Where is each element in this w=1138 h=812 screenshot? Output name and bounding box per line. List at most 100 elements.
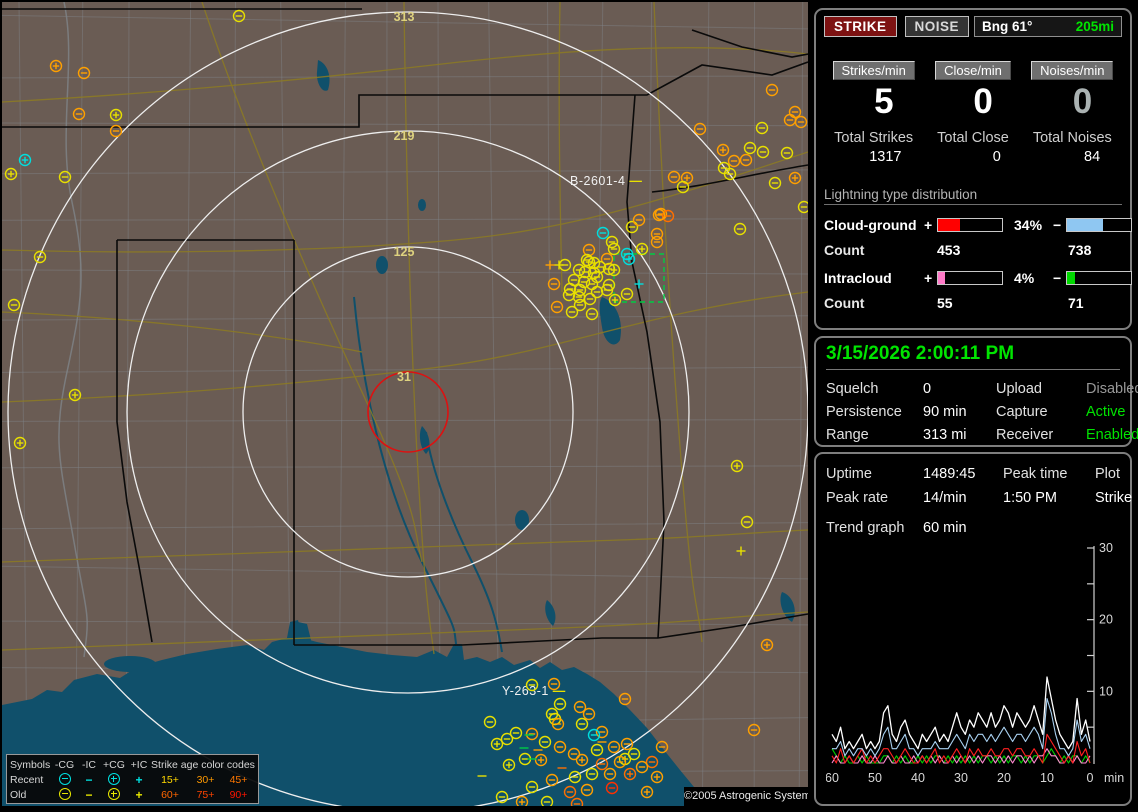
peak-rate-label: Peak rate	[826, 490, 889, 506]
minus-icon: −	[85, 772, 93, 787]
close-per-min-button[interactable]: Close/min	[935, 61, 1011, 80]
minus-sign: −	[1053, 217, 1062, 234]
legend-col-neg-ic: -IC	[82, 758, 96, 771]
ic-positive-count: 55	[937, 295, 953, 312]
distance-value: 205mi	[1075, 19, 1114, 34]
age-code-60: 60+	[161, 788, 179, 801]
minus-icon: −	[85, 787, 93, 802]
persistence-value: 90 min	[923, 404, 967, 420]
receiver-label: Receiver	[996, 427, 1054, 443]
legend-age-title: Strike age color codes	[151, 758, 255, 771]
svg-text:min: min	[1104, 771, 1124, 785]
range-value: 313 mi	[923, 427, 967, 443]
symbol-legend: Symbols -CG -IC +CG +IC Strike age color…	[6, 754, 259, 804]
svg-text:10: 10	[1040, 771, 1054, 785]
cloud-ground-label: Cloud-ground	[824, 217, 917, 234]
uptime-label: Uptime	[826, 466, 872, 482]
upload-label: Upload	[996, 381, 1042, 397]
session-trend-panel: Uptime 1489:45 Peak time Plot Peak rate …	[814, 452, 1132, 806]
ic-positive-bar	[937, 271, 1003, 286]
capture-state: Active	[1086, 404, 1126, 420]
legend-symbols-label: Symbols	[10, 758, 51, 771]
plot-label: Plot	[1095, 466, 1120, 482]
legend-col-pos-cg: +CG	[103, 758, 125, 771]
receiver-status-panel: 3/15/2026 2:00:11 PM Squelch 0 Upload Di…	[814, 336, 1138, 447]
noises-per-min-button[interactable]: Noises/min	[1031, 61, 1114, 80]
cg-positive-pct: 34%	[1014, 217, 1043, 234]
intracloud-label: Intracloud	[824, 270, 892, 287]
distribution-title: Lightning type distribution	[824, 187, 1122, 206]
total-close-label: Total Close	[937, 130, 1009, 147]
strike-mode-button[interactable]: STRIKE	[824, 16, 897, 37]
trend-graph-label: Trend graph	[826, 520, 905, 536]
age-code-75: 75+	[196, 788, 215, 801]
legend-row-recent-label: Recent	[10, 773, 44, 786]
total-noises-label: Total Noises	[1032, 130, 1112, 147]
svg-text:60: 60	[826, 771, 839, 785]
total-strikes-label: Total Strikes	[834, 130, 914, 147]
circle-minus-icon	[58, 773, 71, 785]
upload-state: Disabled	[1086, 381, 1138, 397]
persistence-label: Persistence	[826, 404, 902, 420]
bearing-readout: Bng 61° 205mi	[974, 16, 1122, 37]
svg-text:20: 20	[1099, 613, 1113, 627]
capture-label: Capture	[996, 404, 1048, 420]
map-canvas: 313 219 125 31 B-2601-4 — Y-263-1 —	[2, 2, 808, 806]
circle-plus-icon	[108, 773, 120, 785]
cell-label: B-2601-4 —	[570, 174, 642, 188]
circle-minus-icon	[58, 788, 71, 800]
plus-sign: +	[924, 270, 933, 287]
ring-label-125: 125	[394, 245, 415, 259]
plot-value: Strike	[1095, 490, 1133, 506]
bearing-value: Bng 61°	[982, 19, 1033, 34]
age-code-90: 90+	[229, 788, 248, 801]
noises-per-min-value: 0	[1072, 82, 1093, 121]
squelch-value: 0	[923, 381, 932, 397]
strikes-per-min-value: 5	[874, 82, 894, 121]
age-code-30: 30+	[196, 773, 215, 786]
ic-positive-pct: 4%	[1014, 270, 1035, 287]
uptime-value: 1489:45	[923, 466, 976, 482]
ic-negative-count: 71	[1068, 295, 1084, 312]
cg-count-label: Count	[824, 242, 865, 259]
peak-time-value: 1:50 PM	[1003, 490, 1057, 506]
legend-row-old-label: Old	[10, 788, 27, 801]
strikes-per-min-button[interactable]: Strikes/min	[832, 61, 915, 80]
squelch-label: Squelch	[826, 381, 879, 397]
svg-text:30: 30	[954, 771, 968, 785]
plus-sign: +	[924, 217, 933, 234]
ic-count-label: Count	[824, 295, 865, 312]
age-code-45: 45+	[229, 773, 248, 786]
peak-time-label: Peak time	[1003, 466, 1068, 482]
cg-positive-count: 453	[937, 242, 961, 259]
copyright-text: ©2005 Astrogenic Systems	[684, 787, 808, 806]
datetime-display: 3/15/2026 2:00:11 PM	[826, 343, 1120, 370]
cell-label: Y-263-1 —	[502, 684, 566, 698]
cg-positive-bar	[937, 218, 1003, 233]
cg-negative-count: 738	[1068, 242, 1092, 259]
range-label: Range	[826, 427, 869, 443]
legend-col-pos-ic: +IC	[130, 758, 148, 771]
peak-rate-value: 14/min	[923, 490, 967, 506]
close-per-min-value: 0	[973, 82, 993, 121]
ring-label-31: 31	[397, 370, 411, 384]
trend-graph-value: 60 min	[923, 520, 967, 536]
svg-text:30: 30	[1099, 541, 1113, 555]
receiver-state: Enabled	[1086, 427, 1138, 443]
plus-icon: +	[135, 787, 143, 802]
circle-plus-icon	[108, 788, 120, 800]
strike-stats-panel: STRIKE NOISE Bng 61° 205mi Strikes/min 5…	[814, 8, 1132, 330]
noise-mode-button[interactable]: NOISE	[904, 16, 970, 37]
svg-text:0: 0	[1087, 771, 1094, 785]
svg-text:20: 20	[997, 771, 1011, 785]
plus-icon: +	[135, 772, 143, 787]
lightning-map[interactable]: 313 219 125 31 B-2601-4 — Y-263-1 — Symbols …	[2, 2, 808, 806]
minus-sign: −	[1053, 270, 1062, 287]
cg-negative-bar	[1066, 218, 1132, 233]
svg-text:10: 10	[1099, 684, 1113, 698]
age-code-15: 15+	[161, 773, 179, 786]
trend-graph-chart: 10 20 30 60 50 40 30 20 10 0 min	[825, 540, 1128, 796]
legend-col-neg-cg: -CG	[54, 758, 75, 771]
svg-text:50: 50	[868, 771, 882, 785]
total-close-value: 0	[992, 149, 1001, 166]
